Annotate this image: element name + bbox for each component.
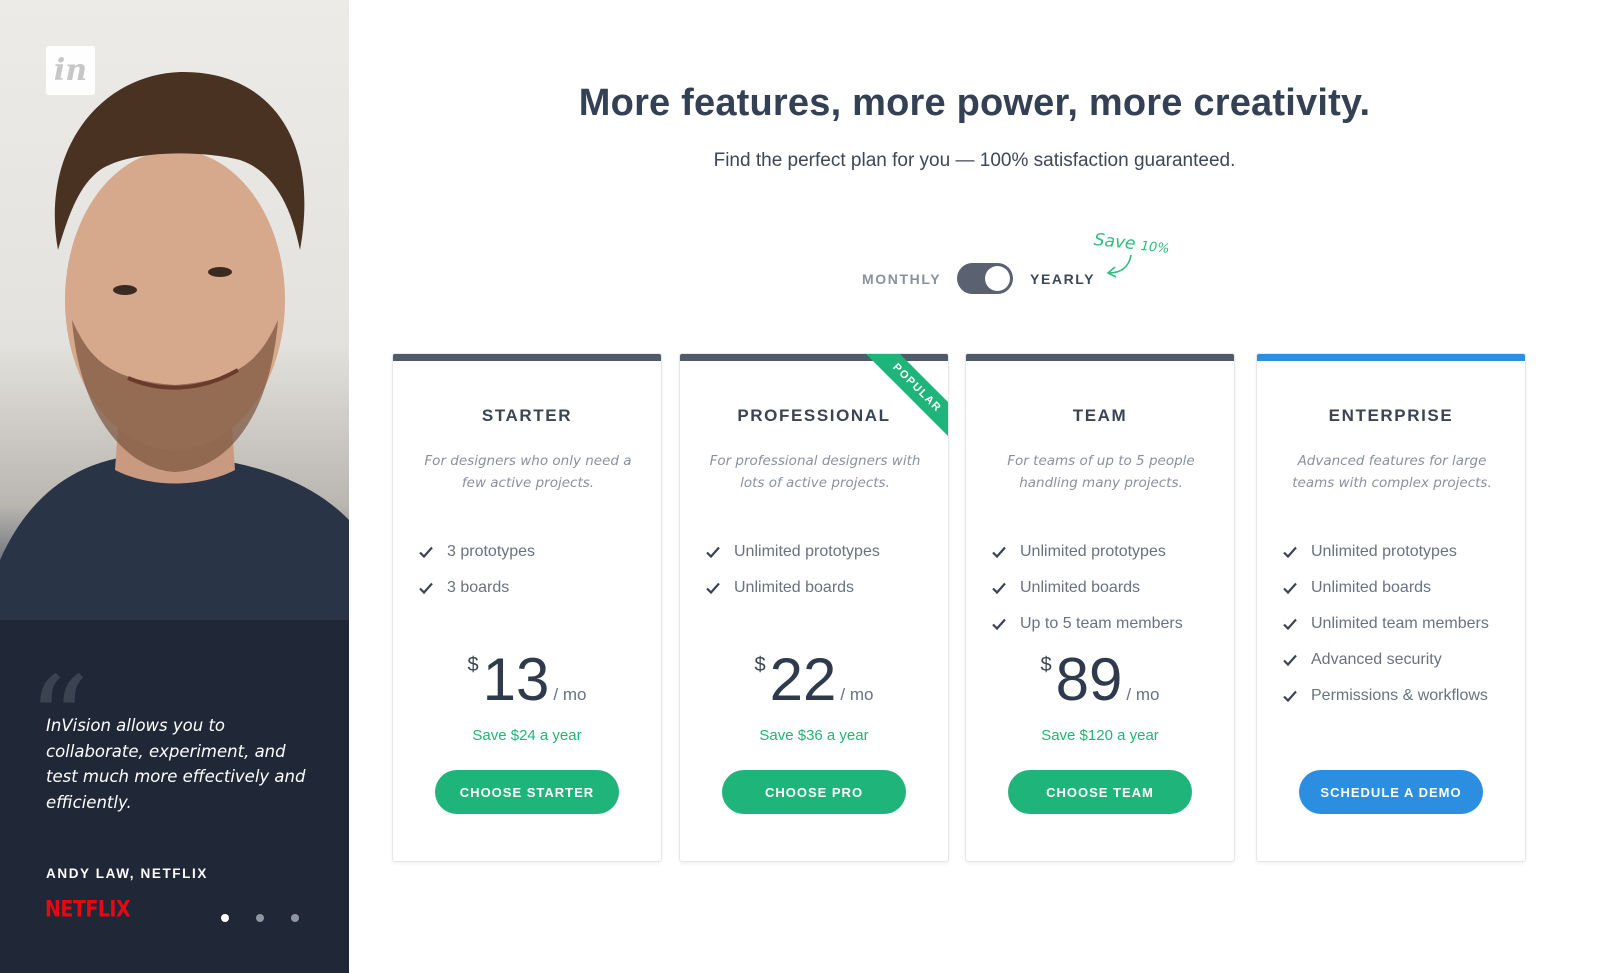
- feature-label: Unlimited boards: [1311, 579, 1432, 596]
- price-currency: $: [1040, 654, 1052, 676]
- plan-description: Advanced features for large teams with c…: [1292, 453, 1492, 491]
- price-period: / mo: [1126, 685, 1160, 704]
- feature-list: 3 prototypes 3 boards: [417, 534, 535, 606]
- feature-item: Advanced security: [1281, 642, 1489, 678]
- plan-saving: Save $120 a year: [1041, 727, 1159, 744]
- feature-label: Unlimited prototypes: [1311, 543, 1457, 560]
- plan-name: TEAM: [1072, 406, 1128, 425]
- curved-arrow-icon: [1106, 254, 1132, 278]
- yearly-label[interactable]: YEARLY: [1030, 271, 1095, 287]
- toggle-knob: [985, 266, 1010, 291]
- feature-item: Unlimited team members: [1281, 606, 1489, 642]
- feature-item: Unlimited boards: [1281, 570, 1489, 606]
- check-icon: [1283, 690, 1297, 703]
- feature-item: Unlimited prototypes: [704, 534, 880, 570]
- card-top-bar: [680, 354, 948, 361]
- plan-description: For teams of up to 5 people handling man…: [1007, 453, 1195, 491]
- billing-toggle-switch[interactable]: [957, 263, 1013, 294]
- feature-list: Unlimited prototypes Unlimited boards Unli…: [1281, 534, 1489, 714]
- feature-label: Up to 5 team members: [1020, 615, 1183, 632]
- carousel-dots: [221, 914, 299, 922]
- feature-list: Unlimited prototypes Unlimited boards Up t…: [990, 534, 1183, 642]
- feature-item: Up to 5 team members: [990, 606, 1183, 642]
- check-icon: [419, 582, 433, 595]
- plan-name: STARTER: [481, 406, 573, 425]
- plan-saving: Save $24 a year: [472, 727, 582, 744]
- price-period: / mo: [840, 685, 874, 704]
- plan-card-enterprise: ENTERPRISE Advanced features for large te…: [1256, 353, 1526, 862]
- choose-enterprise-button[interactable]: SCHEDULE A DEMO: [1299, 770, 1483, 814]
- feature-label: Unlimited boards: [734, 579, 855, 596]
- choose-professional-button[interactable]: CHOOSE PRO: [722, 770, 906, 814]
- feature-label: Advanced security: [1311, 651, 1442, 668]
- plan-price: $89/ mo: [966, 650, 1234, 710]
- testimonial-quote: InVision allows you to collaborate, expe…: [46, 716, 306, 812]
- check-icon: [992, 618, 1006, 631]
- feature-item: Unlimited boards: [704, 570, 880, 606]
- card-top-bar: [1257, 354, 1525, 361]
- feature-label: Permissions & workflows: [1311, 687, 1488, 704]
- check-icon: [1283, 654, 1297, 667]
- page-subtitle: Find the perfect plan for you — 100% sat…: [713, 150, 1236, 171]
- check-icon: [992, 546, 1006, 559]
- billing-toggle-row: MONTHLY YEARLY: [349, 262, 1600, 294]
- page-title: More features, more power, more creativi…: [578, 82, 1371, 124]
- price-amount: 13: [482, 646, 550, 713]
- card-top-bar: [966, 354, 1234, 361]
- price-currency: $: [754, 654, 766, 676]
- feature-item: Unlimited boards: [990, 570, 1183, 606]
- check-icon: [1283, 618, 1297, 631]
- plan-card-professional: POPULAR PROFESSIONAL For professional desi…: [679, 353, 949, 862]
- plan-description: For professional designers with lots of …: [709, 453, 921, 491]
- testimonial-panel: in “ InVision allows you to collaborate,…: [0, 0, 349, 973]
- feature-item: Unlimited prototypes: [990, 534, 1183, 570]
- card-top-bar: [393, 354, 661, 361]
- feature-item: Permissions & workflows: [1281, 678, 1489, 714]
- popular-ribbon: POPULAR: [862, 354, 948, 443]
- feature-label: 3 boards: [447, 579, 510, 596]
- feature-label: 3 prototypes: [447, 543, 536, 560]
- plan-saving: Save $36 a year: [759, 727, 869, 744]
- plan-price: $13/ mo: [393, 650, 661, 710]
- price-period: / mo: [553, 685, 587, 704]
- carousel-dot-2[interactable]: [256, 914, 264, 922]
- plan-price: $22/ mo: [680, 650, 948, 710]
- testimonial-author: ANDY LAW, NETFLIX: [46, 866, 208, 881]
- feature-item: Unlimited prototypes: [1281, 534, 1489, 570]
- feature-item: 3 boards: [417, 570, 535, 606]
- plan-card-starter: STARTER For designers who only need a few…: [392, 353, 662, 862]
- check-icon: [706, 582, 720, 595]
- pricing-main: More features, more power, more creativi…: [349, 0, 1600, 973]
- price-currency: $: [467, 654, 479, 676]
- choose-starter-button[interactable]: CHOOSE STARTER: [435, 770, 619, 814]
- check-icon: [419, 546, 433, 559]
- plan-name: ENTERPRISE: [1328, 406, 1454, 425]
- feature-label: Unlimited boards: [1020, 579, 1141, 596]
- check-icon: [1283, 582, 1297, 595]
- pricing-page: in “ InVision allows you to collaborate,…: [0, 0, 1600, 973]
- netflix-logo: NETFLIX: [45, 897, 131, 923]
- price-amount: 89: [1055, 646, 1123, 713]
- feature-label: Unlimited team members: [1311, 615, 1489, 632]
- monthly-label[interactable]: MONTHLY: [862, 271, 941, 287]
- feature-item: 3 prototypes: [417, 534, 535, 570]
- check-icon: [1283, 546, 1297, 559]
- invision-logo[interactable]: in: [46, 46, 95, 95]
- plan-name: PROFESSIONAL: [737, 406, 891, 425]
- feature-list: Unlimited prototypes Unlimited boards: [704, 534, 880, 606]
- feature-label: Unlimited prototypes: [734, 543, 880, 560]
- check-icon: [706, 546, 720, 559]
- feature-label: Unlimited prototypes: [1020, 543, 1166, 560]
- carousel-dot-1[interactable]: [221, 914, 229, 922]
- plan-card-team: TEAM For teams of up to 5 people handling…: [965, 353, 1235, 862]
- testimonial-photo: [0, 71, 349, 973]
- check-icon: [992, 582, 1006, 595]
- plan-description: For designers who only need a few active…: [424, 453, 632, 491]
- carousel-dot-3[interactable]: [291, 914, 299, 922]
- pricing-cards: STARTER For designers who only need a few…: [349, 353, 1600, 863]
- price-amount: 22: [769, 646, 837, 713]
- choose-team-button[interactable]: CHOOSE TEAM: [1008, 770, 1192, 814]
